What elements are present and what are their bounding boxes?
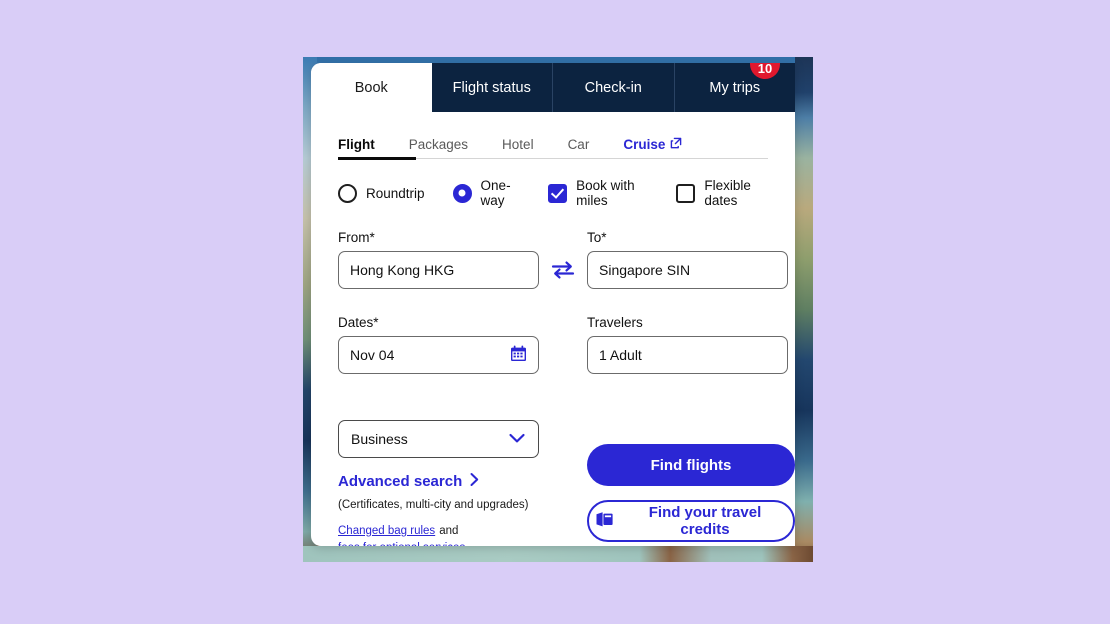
from-field-group: From* Hong Kong HKG <box>338 230 539 289</box>
product-tab-bar: Flight Packages Hotel Car Cruise <box>311 112 795 160</box>
tab-check-in[interactable]: Check-in <box>553 63 675 112</box>
option-flexible-dates[interactable]: Flexible dates <box>676 178 768 208</box>
tab-my-trips[interactable]: My trips 10 <box>674 63 795 112</box>
from-label: From* <box>338 230 375 245</box>
advanced-search-label: Advanced search <box>338 473 463 490</box>
lower-section: Business Advanced search (Certificates, … <box>311 420 795 546</box>
background-photo-bottom-strip <box>303 546 813 562</box>
dates-travelers-row: Dates* Nov 04 Travelers 1 Adult <box>338 315 788 374</box>
changed-bag-rules-link[interactable]: Changed bag rules <box>338 525 435 537</box>
subtab-cruise-label: Cruise <box>623 137 666 152</box>
option-book-with-miles-label: Book with miles <box>576 178 635 208</box>
travelers-input[interactable]: 1 Adult <box>587 336 788 374</box>
tab-check-in-label: Check-in <box>584 79 642 96</box>
checkbox-checked-icon[interactable] <box>548 183 568 203</box>
booking-widget-stage: Book Flight status Check-in My trips 10 … <box>303 57 813 562</box>
cabin-class-value: Business <box>351 431 408 447</box>
bag-rules-text: Changed bag rules and fees for optional s… <box>338 523 539 546</box>
product-tab-active-indicator <box>338 157 416 160</box>
radio-checked-icon[interactable] <box>452 183 472 203</box>
background-photo-right-strip <box>795 57 813 562</box>
dates-input[interactable]: Nov 04 <box>338 336 539 374</box>
optional-fees-link[interactable]: fees for optional services <box>338 542 465 546</box>
subtab-flight-label: Flight <box>338 137 375 152</box>
dates-field-group: Dates* Nov 04 <box>338 315 539 374</box>
to-field-group: To* Singapore SIN <box>587 230 788 289</box>
trip-type-option-row: Roundtrip One-way Book with miles Flexib… <box>338 178 768 208</box>
tab-book[interactable]: Book <box>311 63 432 112</box>
origin-destination-row: From* Hong Kong HKG To* Singapore SIN <box>338 230 788 289</box>
swap-arrows-icon[interactable] <box>550 259 576 281</box>
to-label: To* <box>587 230 607 245</box>
dates-label: Dates* <box>338 315 379 330</box>
to-input[interactable]: Singapore SIN <box>587 251 788 289</box>
subtab-hotel-label: Hotel <box>502 137 534 152</box>
from-input[interactable]: Hong Kong HKG <box>338 251 539 289</box>
notification-badge: 10 <box>750 63 780 79</box>
subtab-car-label: Car <box>567 137 590 152</box>
advanced-search-link[interactable]: Advanced search <box>338 472 539 491</box>
chevron-right-icon <box>469 472 480 491</box>
advanced-search-note: (Certificates, multi-city and upgrades) <box>338 499 529 511</box>
find-flights-button[interactable]: Find flights <box>587 444 795 486</box>
find-flights-label: Find flights <box>650 456 732 474</box>
option-one-way-label: One-way <box>480 178 511 208</box>
booking-card: Book Flight status Check-in My trips 10 … <box>311 63 795 546</box>
lower-right-column: Find flights Find your travel credits <box>539 420 795 546</box>
tab-my-trips-label: My trips <box>709 79 761 96</box>
lower-left-column: Business Advanced search (Certificates, … <box>338 420 539 546</box>
subtab-packages[interactable]: Packages <box>409 137 468 160</box>
travelers-field-group: Travelers 1 Adult <box>587 315 788 374</box>
tab-book-label: Book <box>354 79 388 96</box>
subtab-car[interactable]: Car <box>568 137 590 160</box>
cabin-class-select[interactable]: Business <box>338 420 539 458</box>
option-flexible-dates-label: Flexible dates <box>704 178 751 208</box>
tab-flight-status[interactable]: Flight status <box>431 63 553 112</box>
find-travel-credits-label: Find your travel credits <box>648 504 762 538</box>
search-form: Roundtrip One-way Book with miles Flexib… <box>311 160 795 374</box>
option-one-way[interactable]: One-way <box>452 178 521 208</box>
calendar-icon[interactable] <box>510 345 527 365</box>
checkbox-unchecked-icon[interactable] <box>676 183 696 203</box>
swap-button-wrap <box>539 251 587 289</box>
subtab-cruise[interactable]: Cruise <box>623 137 682 160</box>
option-roundtrip-label: Roundtrip <box>366 185 425 201</box>
travelers-label: Travelers <box>587 315 643 330</box>
chevron-down-icon <box>508 431 526 447</box>
to-input-value: Singapore SIN <box>599 262 691 278</box>
bag-rules-conjunction: and <box>439 525 459 537</box>
subtab-hotel[interactable]: Hotel <box>502 137 534 160</box>
dates-input-value: Nov 04 <box>350 347 395 363</box>
find-travel-credits-button[interactable]: Find your travel credits <box>587 500 795 542</box>
radio-unchecked-icon[interactable] <box>338 183 357 203</box>
wallet-icon <box>595 511 614 532</box>
subtab-packages-label: Packages <box>408 137 469 152</box>
primary-tab-bar: Book Flight status Check-in My trips 10 <box>311 63 795 112</box>
travelers-input-value: 1 Adult <box>599 347 642 363</box>
external-link-icon <box>670 137 682 152</box>
tab-flight-status-label: Flight status <box>452 79 531 96</box>
option-roundtrip[interactable]: Roundtrip <box>338 183 425 203</box>
option-book-with-miles[interactable]: Book with miles <box>548 178 648 208</box>
from-input-value: Hong Kong HKG <box>350 262 455 278</box>
